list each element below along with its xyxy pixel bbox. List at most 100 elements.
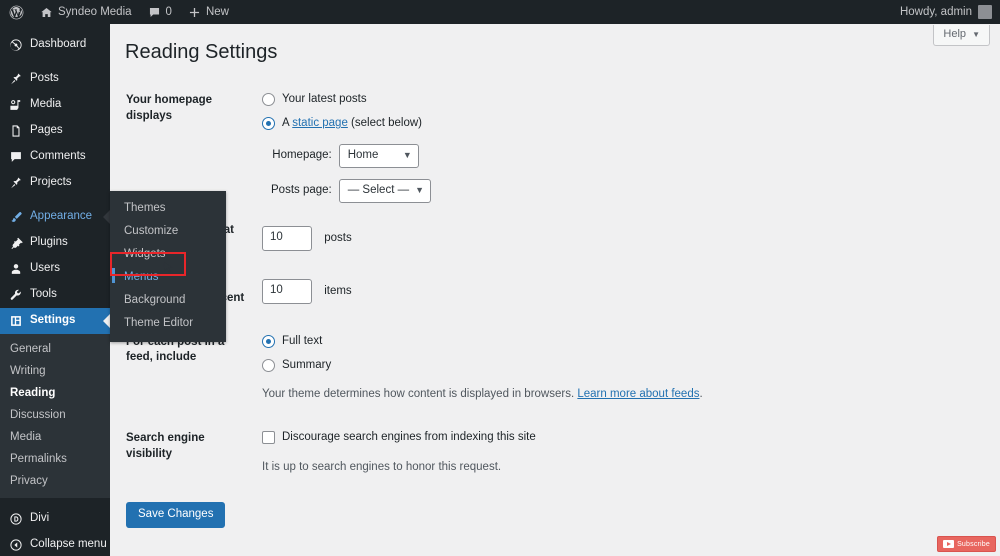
checkbox-option-discourage[interactable]: Discourage search engines from indexing … — [262, 429, 990, 446]
radio-static-page[interactable] — [262, 117, 275, 131]
radio-full-text[interactable] — [262, 334, 275, 348]
discourage-search-label: Discourage search engines from indexing … — [282, 431, 536, 444]
sidebar-item-appearance[interactable]: Appearance — [0, 204, 110, 230]
sidebar-item-projects[interactable]: Projects — [0, 170, 110, 196]
flyout-item-theme-editor[interactable]: Theme Editor — [110, 312, 226, 335]
sidebar-item-posts[interactable]: Posts — [0, 66, 110, 92]
sidebar-item-users[interactable]: Users — [0, 256, 110, 282]
flyout-item-background[interactable]: Background — [110, 289, 226, 312]
chevron-down-icon: ▼ — [415, 185, 425, 195]
submenu-item-writing[interactable]: Writing — [0, 360, 110, 382]
radio-option-summary[interactable]: Summary — [262, 357, 990, 374]
form-row-homepage-displays: Your homepage displays Your latest posts… — [110, 82, 1000, 212]
help-tab-button[interactable]: Help ▼ — [933, 25, 990, 46]
pages-icon — [9, 124, 23, 138]
homepage-select[interactable]: Home ▼ — [338, 143, 419, 168]
pin-icon — [9, 176, 23, 190]
feed-description: Your theme determines how content is dis… — [262, 386, 990, 403]
save-changes-button[interactable]: Save Changes — [126, 501, 226, 529]
sidebar-item-label: Collapse menu — [30, 538, 107, 551]
comments-count: 0 — [165, 6, 172, 18]
static-prefix-text: A — [282, 117, 293, 130]
radio-option-latest-posts[interactable]: Your latest posts — [262, 91, 990, 108]
submenu-item-privacy[interactable]: Privacy — [0, 470, 110, 492]
submenu-item-permalinks[interactable]: Permalinks — [0, 448, 110, 470]
help-tab-label: Help — [943, 28, 967, 40]
sidebar-item-divi[interactable]: Divi — [0, 506, 110, 532]
radio-static-page-label: A static page (select below) — [282, 115, 422, 132]
sidebar-item-label: Comments — [30, 150, 86, 163]
flyout-item-customize[interactable]: Customize — [110, 220, 226, 243]
feed-description-suffix: . — [699, 388, 703, 401]
discourage-search-checkbox[interactable] — [262, 431, 275, 445]
homepage-select-row: Homepage: Home ▼ — [271, 143, 431, 179]
new-label: New — [205, 6, 229, 18]
sidebar-item-settings[interactable]: Settings — [0, 308, 110, 334]
posts-page-select[interactable]: — Select — ▼ — [338, 178, 432, 203]
sidebar-item-label: Dashboard — [30, 38, 87, 51]
sidebar-item-tools[interactable]: Tools — [0, 282, 110, 308]
homepage-select-label: Homepage: — [272, 148, 332, 161]
sidebar-item-dashboard[interactable]: Dashboard — [0, 32, 110, 58]
syndication-feeds-field: 10 items — [262, 265, 1000, 318]
sidebar-divider — [0, 196, 110, 204]
comment-bubble-icon — [148, 6, 161, 19]
admin-sidebar: Dashboard Posts Media Pages Comments Pro… — [0, 24, 110, 556]
homepage-displays-field: Your latest posts A static page (select … — [262, 82, 1000, 212]
settings-submenu: General Writing Reading Discussion Media… — [0, 334, 110, 498]
radio-option-static-page[interactable]: A static page (select below) — [262, 115, 990, 132]
sidebar-item-label: Media — [30, 98, 62, 111]
media-icon — [9, 98, 23, 112]
posts-page-select-label: Posts page: — [271, 183, 332, 196]
form-row-blog-pages: Blog pages show at most 10 posts — [110, 212, 1000, 265]
form-row-syndication-feeds: Syndication feeds show the most recent 1… — [110, 265, 1000, 318]
new-content-menu[interactable]: New — [180, 0, 237, 24]
feed-description-prefix: Your theme determines how content is dis… — [262, 388, 578, 401]
search-visibility-note: It is up to search engines to honor this… — [262, 460, 502, 473]
avatar[interactable] — [978, 5, 992, 19]
radio-summary[interactable] — [262, 358, 275, 372]
wordpress-logo-icon[interactable] — [0, 0, 32, 24]
radio-latest-posts-label: Your latest posts — [282, 93, 367, 105]
syndication-feeds-input[interactable]: 10 — [262, 278, 312, 304]
radio-summary-label: Summary — [282, 358, 332, 371]
radio-option-full-text[interactable]: Full text — [262, 333, 990, 350]
sidebar-item-media[interactable]: Media — [0, 92, 110, 118]
admin-bar: Syndeo Media 0 New Howdy, admin — [0, 0, 1000, 24]
subscribe-badge[interactable]: Subscribe — [937, 536, 996, 552]
static-page-link[interactable]: static page — [292, 117, 348, 129]
howdy-label[interactable]: Howdy, admin — [892, 0, 972, 24]
radio-latest-posts[interactable] — [262, 93, 275, 107]
posts-page-select-cell: — Select — ▼ — [338, 178, 432, 203]
comment-icon — [9, 150, 23, 164]
search-visibility-field: Discourage search engines from indexing … — [262, 412, 1000, 485]
submenu-item-general[interactable]: General — [0, 338, 110, 360]
main-content: Help ▼ Reading Settings Your homepage di… — [110, 24, 1000, 556]
sidebar-item-comments[interactable]: Comments — [0, 144, 110, 170]
homepage-select-cell: Home ▼ — [338, 143, 431, 179]
dashboard-icon — [9, 38, 23, 52]
sidebar-item-plugins[interactable]: Plugins — [0, 230, 110, 256]
posts-page-select-value: — Select — — [347, 183, 410, 196]
sidebar-item-pages[interactable]: Pages — [0, 118, 110, 144]
site-name-menu[interactable]: Syndeo Media — [32, 0, 140, 24]
pin-icon — [9, 72, 23, 86]
posts-page-select-row: Posts page: — Select — ▼ — [271, 178, 432, 203]
comments-bubble[interactable]: 0 — [140, 0, 180, 24]
submenu-item-media[interactable]: Media — [0, 426, 110, 448]
blog-pages-input[interactable]: 10 — [262, 225, 312, 251]
sidebar-bottom-group: Divi Collapse menu — [0, 506, 110, 556]
admin-bar-right: Howdy, admin — [892, 0, 1000, 24]
sidebar-item-collapse-menu[interactable]: Collapse menu — [0, 532, 110, 556]
submenu-item-discussion[interactable]: Discussion — [0, 404, 110, 426]
submenu-item-reading[interactable]: Reading — [0, 382, 110, 404]
sidebar-item-label: Appearance — [30, 210, 93, 223]
youtube-play-icon — [943, 540, 955, 548]
settings-gear-icon — [9, 314, 23, 328]
home-icon — [40, 6, 53, 19]
reading-settings-form: Your homepage displays Your latest posts… — [110, 82, 1000, 485]
flyout-item-themes[interactable]: Themes — [110, 197, 226, 220]
site-name-label: Syndeo Media — [58, 6, 132, 18]
learn-more-feeds-link[interactable]: Learn more about feeds — [577, 388, 699, 400]
subscribe-label: Subscribe — [957, 540, 990, 548]
